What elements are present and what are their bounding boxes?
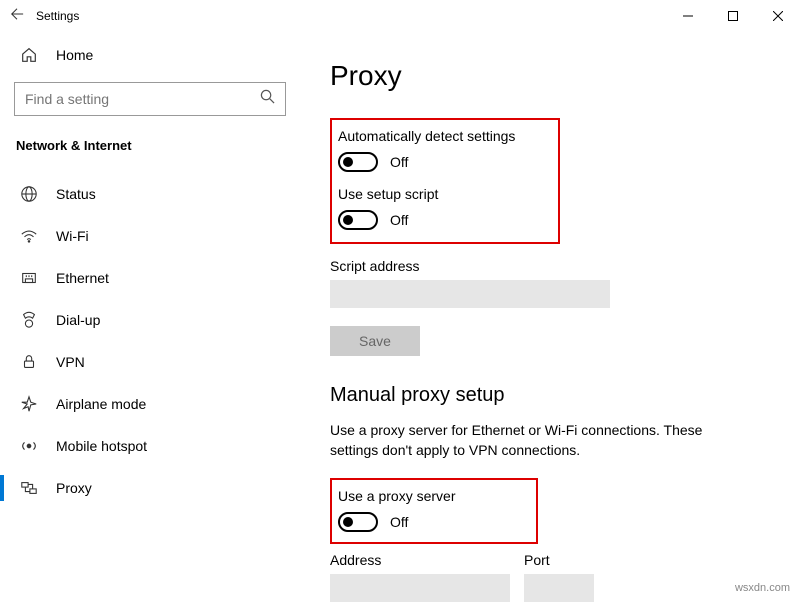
highlight-auto-setup: Automatically detect settings Off Use se… [330, 118, 560, 244]
sidebar-item-label: Dial-up [56, 312, 100, 328]
titlebar: Settings [0, 0, 800, 32]
port-label: Port [524, 552, 594, 568]
sidebar-item-label: Wi-Fi [56, 228, 89, 244]
use-script-toggle[interactable] [338, 210, 378, 230]
back-icon[interactable] [10, 7, 24, 26]
use-script-label: Use setup script [338, 186, 540, 202]
sidebar-item-status[interactable]: Status [14, 173, 286, 215]
maximize-button[interactable] [710, 0, 755, 32]
sidebar-item-label: Proxy [56, 480, 92, 496]
search-input[interactable] [25, 91, 260, 107]
sidebar-item-airplane[interactable]: Airplane mode [14, 383, 286, 425]
sidebar-item-label: VPN [56, 354, 85, 370]
use-proxy-toggle[interactable] [338, 512, 378, 532]
script-address-input [330, 280, 610, 308]
script-address-label: Script address [330, 258, 770, 274]
use-proxy-state: Off [390, 514, 408, 530]
sidebar-item-proxy[interactable]: Proxy [14, 467, 286, 509]
ethernet-icon [20, 269, 38, 287]
sidebar-item-label: Ethernet [56, 270, 109, 286]
sidebar-item-vpn[interactable]: VPN [14, 341, 286, 383]
page-title: Proxy [330, 60, 770, 92]
sidebar: Home Network & Internet Status Wi-Fi Eth… [0, 32, 300, 602]
close-button[interactable] [755, 0, 800, 32]
home-label: Home [56, 47, 93, 63]
globe-icon [20, 185, 38, 203]
window-controls [665, 0, 800, 32]
address-label: Address [330, 552, 510, 568]
search-icon [260, 89, 275, 109]
category-header: Network & Internet [14, 134, 286, 173]
sidebar-item-label: Airplane mode [56, 396, 146, 412]
sidebar-item-dialup[interactable]: Dial-up [14, 299, 286, 341]
port-input [524, 574, 594, 602]
dialup-icon [20, 311, 38, 329]
minimize-button[interactable] [665, 0, 710, 32]
auto-detect-label: Automatically detect settings [338, 128, 540, 144]
watermark: wsxdn.com [735, 582, 790, 594]
home-icon [20, 46, 38, 64]
sidebar-item-label: Status [56, 186, 96, 202]
sidebar-item-label: Mobile hotspot [56, 438, 147, 454]
highlight-manual-proxy: Use a proxy server Off [330, 478, 538, 544]
use-script-state: Off [390, 212, 408, 228]
proxy-icon [20, 479, 38, 497]
titlebar-left: Settings [10, 7, 79, 26]
save-button: Save [330, 326, 420, 356]
hotspot-icon [20, 437, 38, 455]
home-nav[interactable]: Home [14, 32, 286, 82]
sidebar-item-wifi[interactable]: Wi-Fi [14, 215, 286, 257]
vpn-icon [20, 353, 38, 371]
sidebar-item-ethernet[interactable]: Ethernet [14, 257, 286, 299]
main-content: Proxy Automatically detect settings Off … [300, 32, 800, 602]
use-proxy-label: Use a proxy server [338, 488, 518, 504]
search-box[interactable] [14, 82, 286, 116]
auto-detect-toggle[interactable] [338, 152, 378, 172]
auto-detect-state: Off [390, 154, 408, 170]
sidebar-item-hotspot[interactable]: Mobile hotspot [14, 425, 286, 467]
wifi-icon [20, 227, 38, 245]
window-title: Settings [36, 9, 79, 23]
airplane-icon [20, 395, 38, 413]
manual-section-title: Manual proxy setup [330, 384, 770, 407]
address-input [330, 574, 510, 602]
manual-section-desc: Use a proxy server for Ethernet or Wi-Fi… [330, 421, 750, 460]
